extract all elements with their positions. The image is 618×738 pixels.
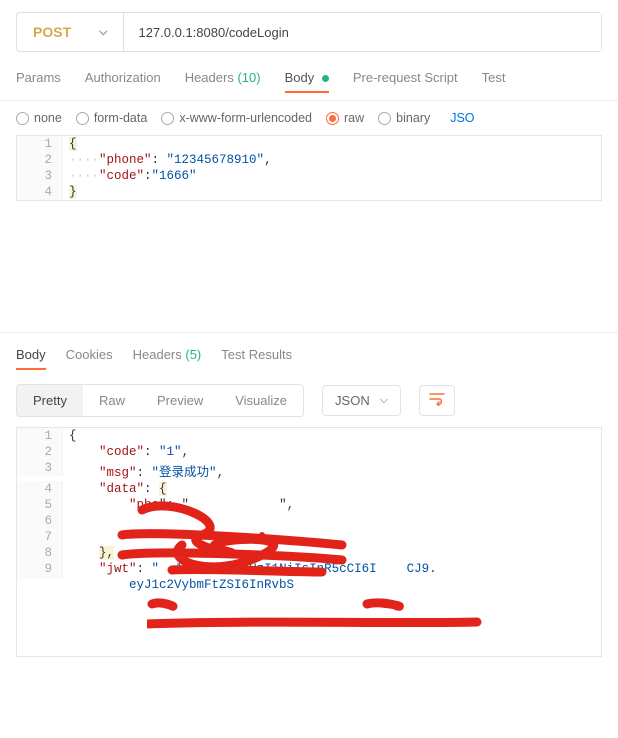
radio-binary[interactable]: binary — [378, 111, 430, 125]
redaction-scribble-2 — [147, 596, 487, 636]
chevron-down-icon: ⌵ — [99, 26, 107, 39]
response-view-controls: Pretty Raw Preview Visualize JSON ⌵ — [0, 378, 618, 427]
request-tabs: Params Authorization Headers (10) Body P… — [0, 64, 618, 101]
radio-none[interactable]: none — [16, 111, 62, 125]
view-visualize[interactable]: Visualize — [219, 385, 303, 416]
request-url-bar: POST ⌵ — [16, 12, 602, 52]
view-raw[interactable]: Raw — [83, 385, 141, 416]
radio-form-data[interactable]: form-data — [76, 111, 148, 125]
request-body-editor[interactable]: 1{ 2····"phone": "12345678910", 3····"co… — [16, 135, 602, 201]
tab-body[interactable]: Body — [285, 64, 329, 93]
wrap-icon — [429, 392, 445, 406]
tab-params[interactable]: Params — [16, 64, 61, 92]
body-type-row: none form-data x-www-form-urlencoded raw… — [0, 101, 618, 135]
response-body-editor[interactable]: 1{ 2 "code": "1", 3 "msg": "登录成功", 4 "da… — [16, 427, 602, 657]
spacer — [0, 203, 618, 333]
resp-tab-body[interactable]: Body — [16, 347, 46, 370]
radio-raw[interactable]: raw — [326, 111, 364, 125]
resp-tab-headers[interactable]: Headers (5) — [133, 347, 202, 370]
radio-xwww[interactable]: x-www-form-urlencoded — [161, 111, 312, 125]
tab-tests[interactable]: Test — [482, 64, 506, 92]
response-tabs: Body Cookies Headers (5) Test Results — [0, 333, 618, 378]
view-preview[interactable]: Preview — [141, 385, 219, 416]
http-method-value: POST — [33, 24, 71, 40]
wrap-lines-button[interactable] — [419, 385, 455, 416]
tab-headers-label: Headers — [185, 70, 234, 85]
tab-authorization[interactable]: Authorization — [85, 64, 161, 92]
modified-dot-icon — [322, 75, 329, 82]
tab-body-label: Body — [285, 70, 315, 85]
tab-prerequest[interactable]: Pre-request Script — [353, 64, 458, 92]
response-view-mode: Pretty Raw Preview Visualize — [16, 384, 304, 417]
tab-headers-count: (10) — [237, 70, 260, 85]
view-pretty[interactable]: Pretty — [17, 385, 83, 416]
chevron-down-icon: ⌵ — [380, 394, 388, 407]
resp-tab-tests[interactable]: Test Results — [221, 347, 292, 370]
resp-headers-count: (5) — [185, 347, 201, 362]
raw-format-select[interactable]: JSO — [450, 111, 474, 125]
resp-headers-label: Headers — [133, 347, 182, 362]
url-input[interactable] — [124, 13, 601, 51]
http-method-select[interactable]: POST ⌵ — [17, 13, 124, 51]
response-format-select[interactable]: JSON ⌵ — [322, 385, 401, 416]
resp-tab-cookies[interactable]: Cookies — [66, 347, 113, 370]
tab-headers[interactable]: Headers (10) — [185, 64, 261, 92]
